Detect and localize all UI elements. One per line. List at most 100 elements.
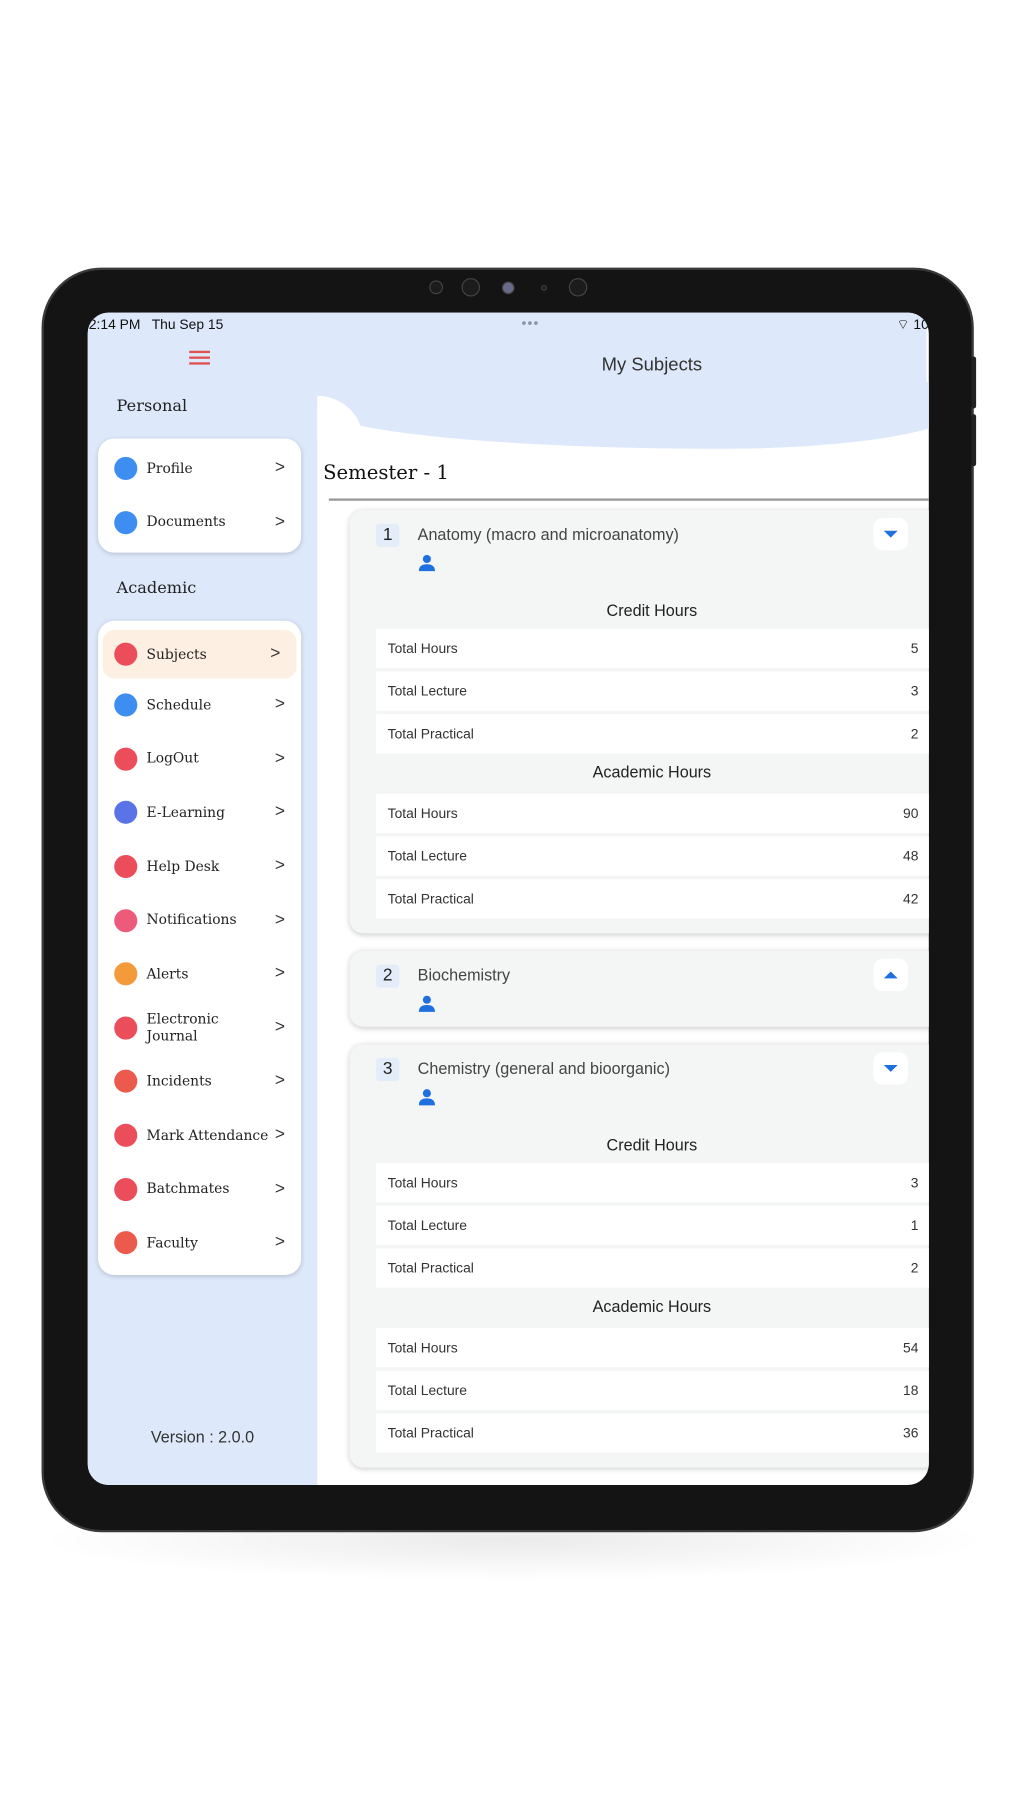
sidebar-item-faculty[interactable]: Faculty > bbox=[98, 1216, 301, 1270]
status-right: ⌔ 10 bbox=[897, 316, 929, 333]
chevron-right-icon: > bbox=[274, 1124, 285, 1145]
multitask-dots[interactable]: ••• bbox=[522, 315, 540, 331]
row-label: Total Hours bbox=[387, 1174, 458, 1191]
credit-hours-heading: Credit Hours bbox=[606, 601, 698, 620]
camera bbox=[501, 281, 515, 295]
sidebar-item-label: Profile bbox=[146, 460, 193, 477]
subject-card: 3 Chemistry (general and bioorganic) Credi… bbox=[349, 1044, 929, 1468]
book-icon bbox=[114, 642, 138, 666]
wifi-icon: ⌔ bbox=[896, 316, 910, 333]
warning-icon bbox=[114, 1070, 138, 1094]
row-label: Total Practical bbox=[387, 1424, 474, 1442]
sidebar-item-label: Incidents bbox=[146, 1072, 212, 1090]
semester-heading: Semester - 1 bbox=[323, 461, 449, 485]
chevron-right-icon: > bbox=[274, 855, 285, 876]
row-value: 3 bbox=[910, 683, 919, 700]
table-row: Total Hours 54 bbox=[376, 1328, 929, 1368]
side-button bbox=[971, 356, 977, 409]
chevron-right-icon: > bbox=[274, 1178, 285, 1198]
bell-icon bbox=[114, 908, 138, 932]
row-value: 54 bbox=[903, 1339, 919, 1356]
collapse-toggle-button[interactable] bbox=[873, 518, 909, 551]
sidebar-item-batchmates[interactable]: Batchmates > bbox=[98, 1162, 301, 1216]
expand-toggle-button[interactable] bbox=[873, 958, 909, 992]
academic-menu: Subjects > Schedule > LogOut > E-Learning > Help… bbox=[98, 620, 302, 1275]
monitor-icon bbox=[114, 801, 138, 825]
subject-card: 2 Biochemistry bbox=[349, 950, 929, 1027]
date: Thu Sep 15 bbox=[151, 316, 224, 333]
credit-hours-heading: Credit Hours bbox=[606, 1135, 698, 1154]
sensor bbox=[541, 284, 547, 291]
side-button bbox=[971, 414, 977, 467]
table-row: Total Practical 42 bbox=[376, 879, 929, 919]
subject-number: 1 bbox=[376, 523, 400, 547]
subject-name: Anatomy (macro and microanatomy) bbox=[417, 524, 679, 544]
profile-icon bbox=[114, 457, 138, 481]
subject-name: Chemistry (general and bioorganic) bbox=[417, 1059, 670, 1078]
subject-number: 3 bbox=[376, 1058, 400, 1082]
sidebar-item-label: Electronic Journal bbox=[146, 1010, 219, 1045]
status-bar: 2:14 PM Thu Sep 15 ••• ⌔ 10 bbox=[88, 313, 929, 336]
sidebar-item-electronic-journal[interactable]: Electronic Journal > bbox=[98, 1001, 301, 1055]
person-icon bbox=[418, 995, 435, 1012]
sidebar-item-notifications[interactable]: Notifications > bbox=[98, 893, 301, 947]
main-content: My Subjects Semester - 1 1 Anatomy (macro… bbox=[314, 312, 929, 1485]
row-value: 1 bbox=[910, 1217, 919, 1234]
sidebar-item-schedule[interactable]: Schedule > bbox=[98, 678, 301, 732]
chevron-right-icon: > bbox=[274, 457, 285, 478]
sidebar-item-e-learning[interactable]: E-Learning > bbox=[98, 786, 301, 840]
sidebar-item-documents[interactable]: Documents > bbox=[98, 496, 301, 550]
sensor bbox=[568, 278, 588, 297]
documents-icon bbox=[114, 511, 138, 535]
table-row: Total Practical 36 bbox=[376, 1413, 929, 1453]
table-row: Total Hours 5 bbox=[376, 628, 929, 669]
person-icon bbox=[418, 1089, 435, 1106]
person-icon bbox=[418, 554, 435, 572]
chevron-right-icon: > bbox=[274, 1070, 285, 1091]
sidebar-item-alerts[interactable]: Alerts > bbox=[98, 947, 301, 1001]
section-personal: Personal bbox=[116, 396, 188, 416]
sidebar-item-logout[interactable]: LogOut > bbox=[98, 732, 301, 786]
page-title: My Subjects bbox=[601, 355, 703, 375]
app-screen: Personal Profile > Documents > Academic Sub… bbox=[87, 312, 929, 1485]
sidebar-item-profile[interactable]: Profile > bbox=[98, 442, 301, 496]
version-label: Version : 2.0.0 bbox=[150, 1427, 255, 1446]
table-row: Total Lecture 1 bbox=[376, 1205, 929, 1245]
chevron-right-icon: > bbox=[274, 909, 285, 930]
caret-up-icon bbox=[883, 971, 898, 979]
alarm-icon bbox=[114, 962, 138, 986]
academic-hours-heading: Academic Hours bbox=[592, 1296, 712, 1316]
row-label: Total Practical bbox=[387, 1259, 474, 1277]
subject-card: 1 Anatomy (macro and microanatomy) Credit … bbox=[349, 509, 929, 934]
faculty-icon bbox=[114, 1231, 138, 1255]
table-row: Total Lecture 18 bbox=[376, 1370, 929, 1410]
chevron-right-icon: > bbox=[274, 748, 285, 768]
collapse-toggle-button[interactable] bbox=[873, 1052, 909, 1085]
sidebar-item-label: Help Desk bbox=[146, 857, 220, 875]
hamburger-menu-icon[interactable] bbox=[189, 350, 210, 367]
sidebar-item-label: LogOut bbox=[146, 750, 199, 767]
sidebar-item-label: Documents bbox=[146, 513, 226, 531]
row-label: Total Lecture bbox=[387, 1382, 467, 1399]
chevron-right-icon: > bbox=[274, 694, 285, 715]
row-label: Total Practical bbox=[387, 890, 474, 907]
row-label: Total Practical bbox=[387, 725, 474, 742]
sidebar-item-incidents[interactable]: Incidents > bbox=[98, 1055, 301, 1109]
group-icon bbox=[114, 1177, 138, 1201]
table-row: Total Practical 2 bbox=[376, 714, 929, 754]
row-label: Total Hours bbox=[387, 805, 458, 822]
row-label: Total Hours bbox=[387, 1339, 458, 1356]
sidebar-item-mark-attendance[interactable]: Mark Attendance > bbox=[98, 1109, 301, 1163]
journal-icon bbox=[114, 1016, 138, 1040]
time: 2:14 PM bbox=[88, 316, 141, 333]
chevron-right-icon: > bbox=[274, 802, 285, 822]
divider bbox=[328, 498, 929, 501]
sidebar-item-help-desk[interactable]: Help Desk > bbox=[98, 840, 301, 894]
sidebar-item-label: Subjects bbox=[146, 645, 207, 662]
row-value: 36 bbox=[903, 1424, 919, 1442]
sidebar-item-subjects[interactable]: Subjects > bbox=[102, 629, 297, 679]
table-row: Total Hours 3 bbox=[376, 1163, 929, 1203]
caret-down-icon bbox=[883, 1064, 898, 1072]
power-icon bbox=[114, 747, 138, 771]
subject-name: Biochemistry bbox=[417, 965, 511, 985]
